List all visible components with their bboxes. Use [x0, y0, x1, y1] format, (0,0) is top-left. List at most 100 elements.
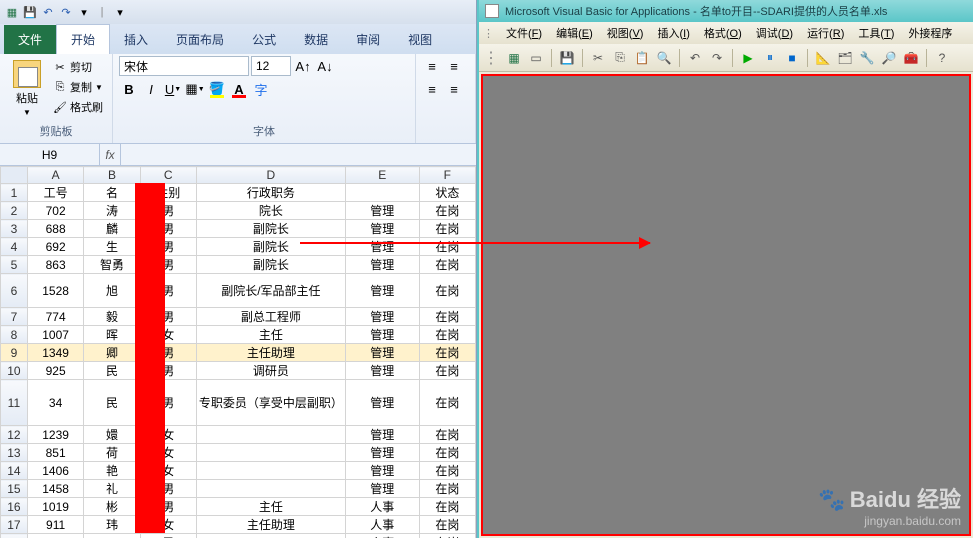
- formula-input[interactable]: [120, 144, 476, 165]
- cell[interactable]: 智勇: [84, 256, 140, 274]
- form-button[interactable]: ▭: [527, 49, 545, 67]
- cell[interactable]: 男: [140, 534, 196, 538]
- cell[interactable]: 副院长: [196, 220, 345, 238]
- cell[interactable]: 管理: [345, 362, 419, 380]
- cell[interactable]: 副院长: [196, 256, 345, 274]
- cell[interactable]: 在岗: [419, 344, 475, 362]
- tab-data[interactable]: 数据: [290, 25, 342, 54]
- tab-insert[interactable]: 插入: [110, 25, 162, 54]
- row-header[interactable]: 16: [1, 498, 28, 516]
- cell[interactable]: 副院长/军品部主任: [196, 274, 345, 308]
- row-header[interactable]: 9: [1, 344, 28, 362]
- vbe-menu-文件[interactable]: 文件(F): [500, 23, 548, 43]
- cell[interactable]: 在岗: [419, 362, 475, 380]
- cell[interactable]: 在岗: [419, 480, 475, 498]
- cell[interactable]: 在岗: [419, 274, 475, 308]
- cell[interactable]: 人事: [345, 498, 419, 516]
- cell[interactable]: [84, 534, 140, 538]
- cell[interactable]: 在岗: [419, 380, 475, 426]
- cell[interactable]: 管理: [345, 344, 419, 362]
- cell[interactable]: 晖: [84, 326, 140, 344]
- cell[interactable]: 卿: [84, 344, 140, 362]
- cell[interactable]: 管理: [345, 426, 419, 444]
- row-header[interactable]: 15: [1, 480, 28, 498]
- cell[interactable]: 名: [84, 184, 140, 202]
- cell[interactable]: 管理: [345, 444, 419, 462]
- italic-button[interactable]: I: [141, 79, 161, 99]
- vbe-menu-运行[interactable]: 运行(R): [801, 23, 850, 43]
- row-header[interactable]: 6: [1, 274, 28, 308]
- cell[interactable]: 副院长: [196, 238, 345, 256]
- tab-formula[interactable]: 公式: [238, 25, 290, 54]
- cell[interactable]: 在岗: [419, 426, 475, 444]
- cell[interactable]: 主任助理: [196, 516, 345, 534]
- bold-button[interactable]: B: [119, 79, 139, 99]
- help-button[interactable]: ?: [933, 49, 951, 67]
- col-header-C[interactable]: C: [140, 167, 196, 184]
- underline-button[interactable]: U▼: [163, 79, 183, 99]
- minimize-ribbon-icon[interactable]: ▾: [112, 4, 128, 20]
- find-button[interactable]: 🔍: [655, 49, 673, 67]
- row-header[interactable]: 13: [1, 444, 28, 462]
- vbe-menu-视图[interactable]: 视图(V): [601, 23, 650, 43]
- cell[interactable]: 在岗: [419, 326, 475, 344]
- row-header[interactable]: 14: [1, 462, 28, 480]
- cell[interactable]: 851: [27, 444, 84, 462]
- cell[interactable]: 主任助理: [196, 344, 345, 362]
- row-header[interactable]: 2: [1, 202, 28, 220]
- cell[interactable]: 1458: [27, 480, 84, 498]
- row-header[interactable]: 4: [1, 238, 28, 256]
- spreadsheet-grid[interactable]: ABCDEF1工号名性别行政职务状态2702涛男院长管理在岗3688麟男副院长管…: [0, 166, 476, 538]
- cell[interactable]: 专职委员（享受中层副职）: [196, 380, 345, 426]
- cell[interactable]: 民: [84, 380, 140, 426]
- align-center-button[interactable]: ≡: [444, 79, 464, 99]
- cell[interactable]: 702: [27, 202, 84, 220]
- cell[interactable]: 毅: [84, 308, 140, 326]
- row-header[interactable]: 3: [1, 220, 28, 238]
- cell[interactable]: 1349: [27, 344, 84, 362]
- vbe-menu-工具[interactable]: 工具(T): [852, 23, 900, 43]
- row-header[interactable]: 1: [1, 184, 28, 202]
- cell[interactable]: 在岗: [419, 534, 475, 538]
- cell[interactable]: 主任: [196, 498, 345, 516]
- copy-button[interactable]: ⎘: [611, 49, 629, 67]
- cell[interactable]: 旭: [84, 274, 140, 308]
- row-header[interactable]: 8: [1, 326, 28, 344]
- redo-icon[interactable]: ↷: [58, 4, 74, 20]
- undo-button[interactable]: ↶: [686, 49, 704, 67]
- vbe-menu-外接程序[interactable]: 外接程序: [902, 23, 958, 43]
- align-mid-button[interactable]: ≡: [444, 56, 464, 76]
- cell[interactable]: 管理: [345, 380, 419, 426]
- col-header-E[interactable]: E: [345, 167, 419, 184]
- run-button[interactable]: ▶: [739, 49, 757, 67]
- cell[interactable]: 管理: [345, 480, 419, 498]
- cell[interactable]: 34: [27, 380, 84, 426]
- cell[interactable]: 774: [27, 308, 84, 326]
- row-header[interactable]: 17: [1, 516, 28, 534]
- cell[interactable]: 管理: [345, 326, 419, 344]
- cut-button[interactable]: ✂剪切: [50, 58, 106, 76]
- cell[interactable]: 生: [84, 238, 140, 256]
- phonetic-button[interactable]: 字: [251, 79, 271, 99]
- file-tab[interactable]: 文件: [4, 25, 56, 54]
- cell[interactable]: [345, 184, 419, 202]
- cell[interactable]: 人事: [345, 534, 419, 538]
- cell[interactable]: 925: [27, 362, 84, 380]
- cell[interactable]: [196, 462, 345, 480]
- row-header[interactable]: 11: [1, 380, 28, 426]
- shrink-font-button[interactable]: A↓: [315, 56, 335, 76]
- cut-button[interactable]: ✂: [589, 49, 607, 67]
- tab-layout[interactable]: 页面布局: [162, 25, 238, 54]
- row-header[interactable]: 12: [1, 426, 28, 444]
- cell[interactable]: 管理: [345, 274, 419, 308]
- cell[interactable]: 荷: [84, 444, 140, 462]
- paste-button[interactable]: 粘贴 ▼: [6, 56, 48, 117]
- border-button[interactable]: ▦▼: [185, 79, 205, 99]
- cell[interactable]: 管理: [345, 308, 419, 326]
- cell[interactable]: 状态: [419, 184, 475, 202]
- font-size-select[interactable]: [251, 56, 291, 76]
- cell[interactable]: 1239: [27, 426, 84, 444]
- name-box[interactable]: H9: [0, 144, 100, 165]
- cell[interactable]: 管理: [345, 238, 419, 256]
- save-icon[interactable]: 💾: [22, 4, 38, 20]
